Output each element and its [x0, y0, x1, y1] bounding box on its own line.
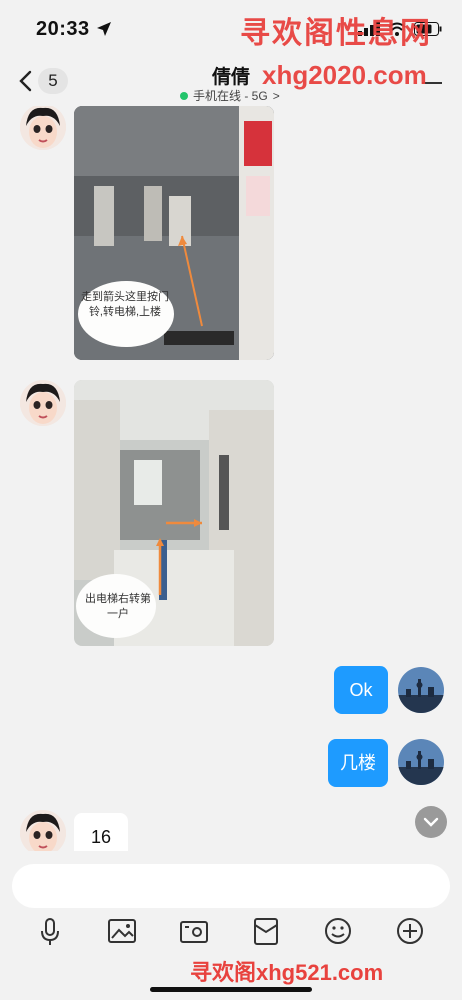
photo-caption-1: 走到箭头这里按门铃,转电梯,上楼	[81, 291, 169, 318]
microphone-icon[interactable]	[34, 915, 66, 947]
cartoon-face-icon	[20, 810, 66, 851]
city-skyline-icon	[398, 667, 444, 713]
contact-avatar[interactable]	[20, 106, 66, 150]
location-arrow-icon	[97, 22, 111, 36]
scroll-to-bottom-button[interactable]	[415, 806, 447, 838]
composer-toolbar	[0, 915, 462, 951]
cartoon-face-icon	[20, 380, 66, 426]
cartoon-face-icon	[20, 106, 66, 150]
status-time: 20:33	[36, 18, 90, 40]
photo-message-1[interactable]	[74, 106, 274, 360]
home-indicator[interactable]	[150, 987, 312, 992]
outgoing-message[interactable]: Ok	[334, 666, 388, 714]
outgoing-message[interactable]: 几楼	[328, 739, 388, 787]
my-avatar[interactable]	[398, 667, 444, 713]
chat-messages: 走到箭头这里按门铃,转电梯,上楼 出电梯右转第一户 Ok 几楼 16	[0, 106, 462, 851]
red-packet-icon[interactable]	[250, 915, 282, 947]
plus-icon[interactable]	[394, 915, 426, 947]
contact-avatar[interactable]	[20, 810, 66, 851]
contact-avatar[interactable]	[20, 380, 66, 426]
camera-icon[interactable]	[178, 915, 210, 947]
online-status-text: 手机在线 - 5G	[193, 89, 268, 103]
unread-count-badge[interactable]: 5	[38, 68, 68, 94]
photo-caption-2: 出电梯右转第一户	[85, 593, 151, 620]
watermark-middle: xhg2020.com	[262, 60, 427, 90]
my-avatar[interactable]	[398, 739, 444, 785]
watermark-bottom: 寻欢阁xhg521.com	[190, 960, 384, 985]
emoji-icon[interactable]	[322, 915, 354, 947]
contact-name[interactable]: 倩倩	[212, 62, 250, 89]
message-input[interactable]	[12, 864, 450, 908]
city-skyline-icon	[398, 739, 444, 785]
image-icon[interactable]	[106, 915, 138, 947]
watermark-top: 寻欢阁性息网	[240, 17, 432, 50]
garage-photo	[74, 106, 274, 360]
online-dot-icon	[180, 91, 188, 100]
chevron-down-icon	[423, 817, 439, 827]
incoming-message[interactable]: 16	[74, 813, 128, 851]
back-chevron-icon[interactable]	[18, 70, 32, 92]
